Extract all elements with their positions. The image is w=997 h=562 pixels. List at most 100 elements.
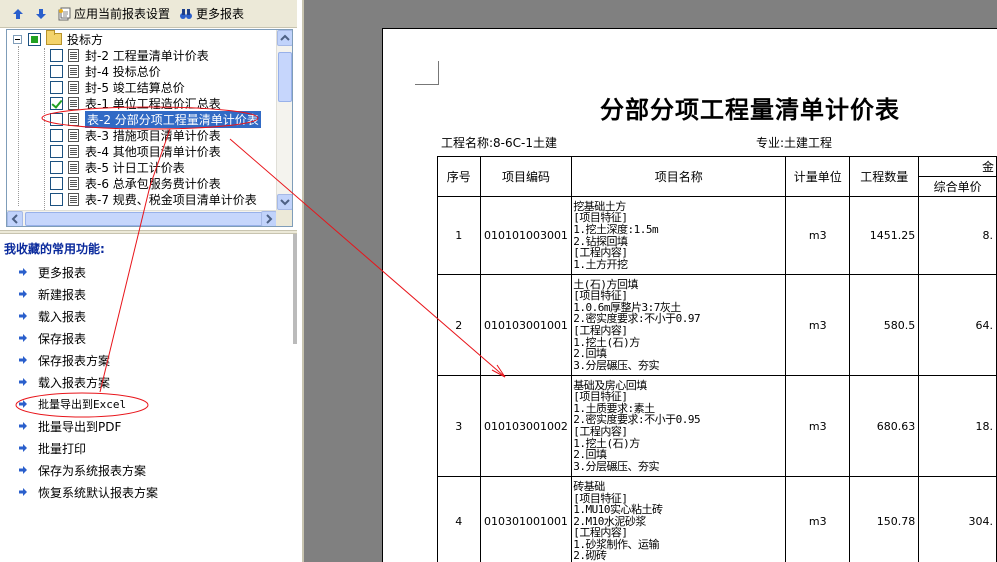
report-title: 分部分项工程量清单计价表 xyxy=(600,95,900,124)
tree-item[interactable]: 封-2 工程量清单计价表 xyxy=(50,47,209,63)
scroll-left-button[interactable] xyxy=(7,211,23,226)
blue-arrow-icon xyxy=(19,488,27,496)
scroll-corner xyxy=(276,210,292,226)
fav-batch-export-pdf[interactable]: 批量导出到PDF xyxy=(18,418,121,434)
cell-code: 010103001002 xyxy=(479,375,573,477)
table-row: 4 010301001001 砖基础 [项目特征] 1.MU10实心粘土砖 2.… xyxy=(437,476,997,562)
more-reports-button[interactable]: 更多报表 xyxy=(176,3,247,25)
binoculars-icon xyxy=(180,8,193,19)
tree-item-label: 封-2 工程量清单计价表 xyxy=(85,48,209,63)
tree-item-checkbox[interactable] xyxy=(50,176,63,190)
move-down-button[interactable] xyxy=(31,3,51,25)
fav-restore-default-scheme[interactable]: 恢复系统默认报表方案 xyxy=(18,484,158,500)
report-doc-icon xyxy=(68,192,79,206)
tree-item-label: 封-4 投标总价 xyxy=(85,64,161,79)
scroll-thumb[interactable] xyxy=(278,52,292,102)
collapse-icon[interactable] xyxy=(13,34,22,44)
chevron-down-icon xyxy=(280,199,290,206)
tree-item-label: 表-1 单位工程造价汇总表 xyxy=(85,96,221,111)
tree-horizontal-scrollbar[interactable] xyxy=(7,210,277,226)
tree-item-label: 表-2 分部分项工程量清单计价表 xyxy=(85,110,261,128)
tree-item-checkbox[interactable] xyxy=(50,160,63,174)
report-doc-icon xyxy=(68,112,79,126)
project-name: 工程名称:8-6C-1土建 xyxy=(441,136,557,150)
table-row: 2 010103001001 土(石)方回填 [项目特征] 1.0.6m厚整片3… xyxy=(437,274,997,376)
tree-item-checkbox[interactable] xyxy=(50,128,63,142)
tree-root-checkbox[interactable] xyxy=(28,32,41,46)
tree-item-checkbox[interactable] xyxy=(50,96,63,110)
cell-unit-price: 304. xyxy=(918,476,997,562)
tree-root[interactable]: 投标方 xyxy=(13,30,103,47)
cell-desc: 挖基础土方 [项目特征] 1.挖土深度:1.5m 2.钻探回填 [工程内容] 1… xyxy=(571,196,787,275)
blue-arrow-icon xyxy=(19,378,27,386)
tree-item-checkbox[interactable] xyxy=(50,80,63,94)
tree-item[interactable]: 封-4 投标总价 xyxy=(50,63,161,79)
fav-load-report[interactable]: 载入报表 xyxy=(18,308,86,324)
cell-seq: 2 xyxy=(437,274,481,376)
fav-item-label: 更多报表 xyxy=(38,265,87,280)
report-tree[interactable]: 投标方 封-2 工程量清单计价表 封-4 投标总价 封-5 竣工结算总价 表-1… xyxy=(6,29,293,227)
apply-settings-label: 应用当前报表设置 xyxy=(74,7,171,21)
apply-settings-icon xyxy=(58,7,71,20)
cell-unit-price: 64. xyxy=(918,274,997,376)
fav-more-reports[interactable]: 更多报表 xyxy=(18,264,86,280)
tree-vertical-scrollbar[interactable] xyxy=(276,30,292,210)
fav-save-report[interactable]: 保存报表 xyxy=(18,330,86,346)
tree-item-checkbox[interactable] xyxy=(50,48,63,62)
cell-qty: 680.63 xyxy=(849,375,920,477)
tree-item[interactable]: 封-5 竣工结算总价 xyxy=(50,79,185,95)
header-name: 项目名称 xyxy=(571,156,787,197)
report-doc-icon xyxy=(68,80,79,94)
fav-new-report[interactable]: 新建报表 xyxy=(18,286,86,302)
fav-save-scheme[interactable]: 保存报表方案 xyxy=(18,352,110,368)
tree-item[interactable]: 表-6 总承包服务费计价表 xyxy=(50,175,221,191)
scroll-down-button[interactable] xyxy=(277,194,292,210)
header-unit: 计量单位 xyxy=(785,156,851,197)
cell-seq: 1 xyxy=(437,196,481,275)
tree-item-label: 表-6 总承包服务费计价表 xyxy=(85,176,221,191)
folder-icon xyxy=(46,30,62,45)
arrow-down-icon xyxy=(36,8,46,19)
cell-unit: m3 xyxy=(785,476,851,562)
cell-qty: 150.78 xyxy=(849,476,920,562)
fav-item-label: 批量打印 xyxy=(38,441,87,456)
desc-line: 3.分层碾压、夯实 xyxy=(573,358,660,372)
blue-arrow-icon xyxy=(19,422,27,430)
tree-item-checkbox[interactable] xyxy=(50,192,63,206)
tree-item-selected[interactable]: 表-2 分部分项工程量清单计价表 xyxy=(50,110,261,128)
cell-code: 010101003001 xyxy=(479,196,573,275)
tree-item-checkbox[interactable] xyxy=(50,112,63,126)
tree-item[interactable]: 表-3 措施项目清单计价表 xyxy=(50,127,221,143)
fav-save-system-scheme[interactable]: 保存为系统报表方案 xyxy=(18,462,146,478)
tree-item[interactable]: 表-5 计日工计价表 xyxy=(50,159,185,175)
arrow-up-icon xyxy=(13,8,23,19)
cell-desc: 砖基础 [项目特征] 1.MU10实心粘土砖 2.M10水泥砂浆 [工程内容] … xyxy=(571,476,787,562)
cell-desc: 基础及房心回填 [项目特征] 1.土质要求:素土 2.密实度要求:不小于0.95… xyxy=(571,375,787,477)
panel-splitter[interactable] xyxy=(0,230,297,234)
chevron-right-icon xyxy=(266,214,273,224)
scroll-right-button[interactable] xyxy=(261,211,277,226)
fav-load-scheme[interactable]: 载入报表方案 xyxy=(18,374,110,390)
apply-settings-button[interactable]: 应用当前报表设置 xyxy=(54,3,173,25)
chevron-left-icon xyxy=(11,214,18,224)
cell-unit: m3 xyxy=(785,375,851,477)
hscroll-thumb[interactable] xyxy=(25,212,263,226)
cell-desc: 土(石)方回填 [项目特征] 1.0.6m厚整片3:7灰土 2.密实度要求:不小… xyxy=(571,274,787,376)
tree-item-checkbox[interactable] xyxy=(50,64,63,78)
fav-batch-print[interactable]: 批量打印 xyxy=(18,440,86,456)
fav-batch-export-excel[interactable]: 批量导出到Excel xyxy=(18,396,126,412)
desc-line: 1.挖土深度:1.5m xyxy=(573,222,659,236)
favorites-scrollbar[interactable] xyxy=(293,234,297,344)
desc-line: [工程内容] xyxy=(573,324,628,337)
more-reports-label: 更多报表 xyxy=(196,7,245,21)
fav-item-label: 保存报表方案 xyxy=(38,353,111,368)
cell-unit-price: 8. xyxy=(918,196,997,275)
tree-item[interactable]: 表-4 其他项目清单计价表 xyxy=(50,143,221,159)
tree-item[interactable]: 表-1 单位工程造价汇总表 xyxy=(50,95,221,111)
desc-line: 1.MU10实心粘土砖 xyxy=(573,503,663,517)
move-up-button[interactable] xyxy=(8,3,28,25)
scroll-up-button[interactable] xyxy=(277,30,292,46)
fav-item-label: 保存为系统报表方案 xyxy=(38,463,147,478)
tree-item[interactable]: 表-7 规费、税金项目清单计价表 xyxy=(50,191,257,207)
tree-item-checkbox[interactable] xyxy=(50,144,63,158)
